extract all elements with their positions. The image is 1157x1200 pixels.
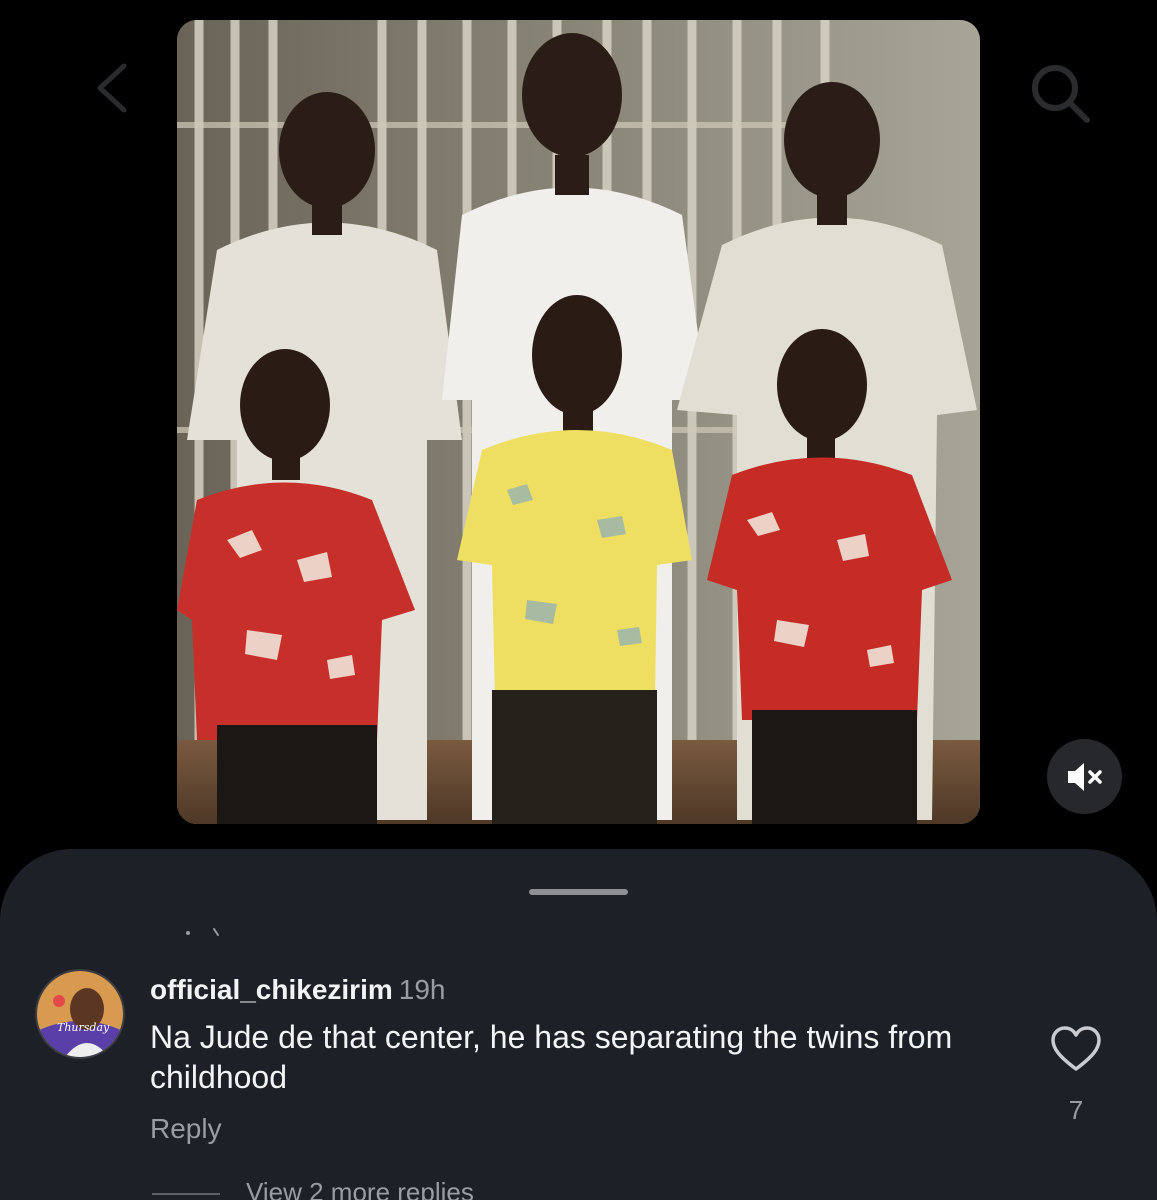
replies-divider [152, 1193, 220, 1195]
avatar[interactable]: Thursday [35, 969, 125, 1059]
view-replies-button[interactable]: View 2 more replies [246, 1177, 474, 1200]
photo-illustration [177, 20, 980, 824]
drag-handle[interactable] [529, 889, 628, 895]
speaker-muted-icon [1067, 762, 1102, 791]
comment-sheet: Thursday official_chikezirim 19h Na Jude … [0, 849, 1157, 1200]
comment-header: official_chikezirim 19h [150, 974, 445, 1006]
reply-button[interactable]: Reply [150, 1113, 222, 1145]
comment-username[interactable]: official_chikezirim [150, 974, 393, 1005]
like-button[interactable] [1050, 1025, 1102, 1073]
chevron-left-icon[interactable] [86, 58, 146, 118]
search-icon[interactable] [1025, 58, 1095, 128]
like-count: 7 [1068, 1095, 1084, 1125]
mute-button[interactable] [1047, 739, 1122, 814]
post-photo[interactable] [177, 20, 980, 824]
comment-time: 19h [398, 974, 446, 1005]
avatar-caption: Thursday [57, 1021, 110, 1034]
previous-comment-fragment [186, 928, 219, 936]
heart-icon [1051, 1026, 1101, 1071]
post-viewer-screen: Thursday official_chikezirim 19h Na Jude … [0, 0, 1157, 1200]
comment-text: Na Jude de that center, he has separatin… [150, 1019, 953, 1095]
